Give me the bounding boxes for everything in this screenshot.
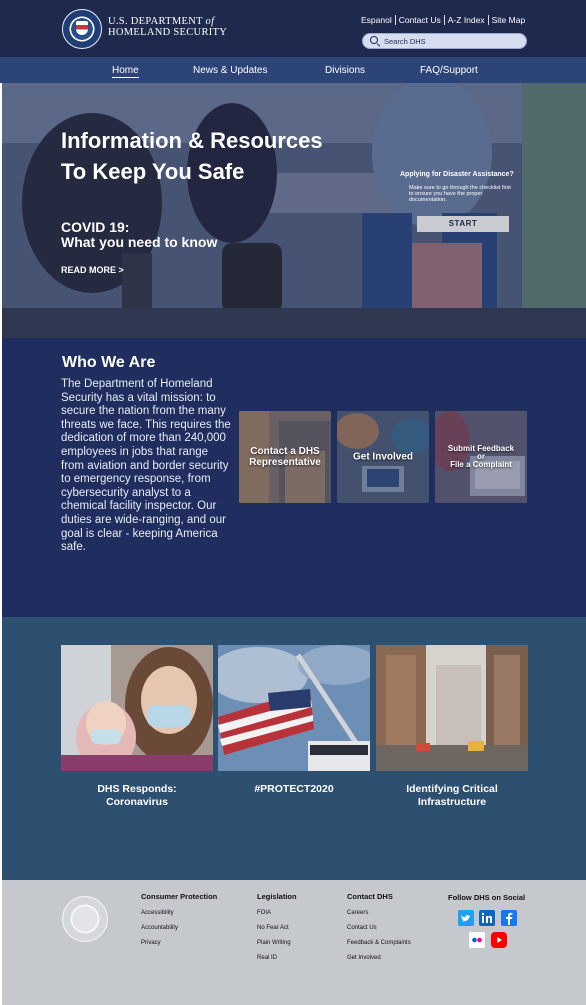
story-critical-infrastructure[interactable]: Identifying Critical Infrastructure xyxy=(376,645,528,809)
card-feedback-label: Submit Feedback or File a Complaint xyxy=(435,445,527,469)
footer-link-privacy[interactable]: Privacy xyxy=(141,940,217,946)
story-coronavirus-line1: DHS Responds: xyxy=(97,783,177,795)
footer-link-contact-us[interactable]: Contact Us xyxy=(347,925,411,931)
hero-banner: Information & Resources To Keep You Safe… xyxy=(2,83,586,338)
search-box[interactable] xyxy=(362,33,527,49)
main-nav: Home News & Updates Divisions FAQ/Suppor… xyxy=(0,57,586,83)
footer-link-plain-writing[interactable]: Plain Writing xyxy=(257,940,297,946)
dhs-seal-logo[interactable] xyxy=(62,9,102,49)
card-feedback-line3: File a Complaint xyxy=(450,460,512,469)
card-submit-feedback[interactable]: Submit Feedback or File a Complaint xyxy=(435,411,527,503)
assist-body: Make sure to go through the checklist fi… xyxy=(409,185,511,203)
who-we-are-section: Who We Are The Department of Homeland Se… xyxy=(2,338,586,617)
story-protect2020[interactable]: #PROTECT2020 xyxy=(208,645,378,796)
read-more-link[interactable]: READ MORE > xyxy=(61,265,124,275)
card-get-involved-label: Get Involved xyxy=(352,451,413,463)
nav-faq-support[interactable]: FAQ/Support xyxy=(420,65,478,76)
site-header: U.S. DEPARTMENT of HOMELAND SECURITY Esp… xyxy=(0,0,586,57)
nav-news-updates[interactable]: News & Updates xyxy=(193,65,267,76)
story-coronavirus-photo[interactable] xyxy=(61,645,213,771)
search-icon[interactable] xyxy=(369,35,381,47)
hero-title-line2: To Keep You Safe xyxy=(61,159,245,184)
agency-of: of xyxy=(205,16,215,27)
who-we-are-body: The Department of Homeland Security has … xyxy=(61,378,231,554)
featured-stories-section: DHS Responds: Coronavirus #PROTECT2020 I… xyxy=(2,617,586,880)
card-contact-label-line1: Contact a DHS xyxy=(250,446,320,457)
assist-title: Applying for Disaster Assistance? xyxy=(400,171,514,178)
footer-col-title: Contact DHS xyxy=(347,892,393,901)
facebook-icon[interactable] xyxy=(501,910,517,926)
linkedin-icon[interactable] xyxy=(479,910,495,926)
search-input[interactable] xyxy=(384,36,524,46)
hero-title-line1: Information & Resources xyxy=(61,128,323,153)
footer-link-foia[interactable]: FOIA xyxy=(257,910,297,916)
linkedin-glyph xyxy=(481,912,492,923)
agency-line2: HOMELAND SECURITY xyxy=(108,27,228,38)
story-infrastructure-label[interactable]: Identifying Critical Infrastructure xyxy=(376,783,528,809)
nav-home[interactable]: Home xyxy=(112,65,139,78)
link-a-z-index[interactable]: A-Z Index xyxy=(445,15,489,25)
story-infrastructure-line1: Identifying Critical xyxy=(406,783,498,795)
twitter-icon[interactable] xyxy=(458,910,474,926)
youtube-icon[interactable] xyxy=(491,932,507,948)
flickr-icon[interactable] xyxy=(469,932,485,948)
site-footer: Consumer Protection Accessibility Accoun… xyxy=(2,880,586,1005)
footer-col-contact-dhs: Contact DHS Careers Contact Us Feedback … xyxy=(347,892,411,970)
card-contact-label: Contact a DHS Representative xyxy=(239,446,331,468)
covid-line1: COVID 19: xyxy=(61,219,130,235)
story-coronavirus[interactable]: DHS Responds: Coronavirus xyxy=(61,645,213,809)
card-get-involved[interactable]: Get Involved xyxy=(337,411,429,503)
utility-links: Espanol Contact Us A-Z Index Site Map xyxy=(360,15,528,25)
footer-link-feedback-complaints[interactable]: Feedback & Complaints xyxy=(347,940,411,946)
footer-link-real-id[interactable]: Real ID xyxy=(257,955,297,961)
card-contact-label-line2: Representative xyxy=(249,457,321,468)
footer-col-consumer-protection: Consumer Protection Accessibility Accoun… xyxy=(141,892,217,955)
agency-line1: U.S. DEPARTMENT xyxy=(108,16,203,27)
hero-title: Information & Resources To Keep You Safe xyxy=(61,125,323,187)
link-contact-us[interactable]: Contact Us xyxy=(396,15,445,25)
story-protect2020-photo[interactable] xyxy=(208,645,378,771)
footer-col-legislation: Legislation FOIA No Fear Act Plain Writi… xyxy=(257,892,297,970)
card-contact-representative[interactable]: Contact a DHS Representative xyxy=(239,411,331,503)
story-coronavirus-label[interactable]: DHS Responds: Coronavirus xyxy=(61,783,213,809)
hero-overlay xyxy=(2,83,586,338)
footer-link-accessibility[interactable]: Accessibility xyxy=(141,910,217,916)
facebook-glyph xyxy=(506,912,513,925)
story-infrastructure-line2: Infrastructure xyxy=(417,796,487,808)
covid-line2: What you need to know xyxy=(61,234,218,250)
link-site-map[interactable]: Site Map xyxy=(489,15,529,25)
footer-dhs-seal-logo xyxy=(62,896,108,942)
footer-link-no-fear-act[interactable]: No Fear Act xyxy=(257,925,297,931)
story-infrastructure-photo[interactable] xyxy=(376,645,528,771)
twitter-glyph xyxy=(461,914,471,922)
footer-col-title: Consumer Protection xyxy=(141,892,218,901)
footer-link-careers[interactable]: Careers xyxy=(347,910,411,916)
footer-col-title: Legislation xyxy=(257,892,297,901)
covid-heading[interactable]: COVID 19: What you need to know xyxy=(61,220,217,250)
social-title: Follow DHS on Social xyxy=(448,893,526,902)
agency-name[interactable]: U.S. DEPARTMENT of HOMELAND SECURITY xyxy=(108,16,227,38)
flickr-glyph xyxy=(472,937,482,943)
footer-link-get-involved[interactable]: Get Involved xyxy=(347,955,411,961)
nav-divisions[interactable]: Divisions xyxy=(325,65,365,76)
who-we-are-title: Who We Are xyxy=(62,354,156,371)
youtube-glyph xyxy=(497,937,502,943)
start-button[interactable]: START xyxy=(417,216,509,232)
footer-link-accountability[interactable]: Accountability xyxy=(141,925,217,931)
link-espanol[interactable]: Espanol xyxy=(360,15,396,25)
story-protect2020-label[interactable]: #PROTECT2020 xyxy=(218,783,370,796)
story-coronavirus-line2: Coronavirus xyxy=(106,796,168,808)
